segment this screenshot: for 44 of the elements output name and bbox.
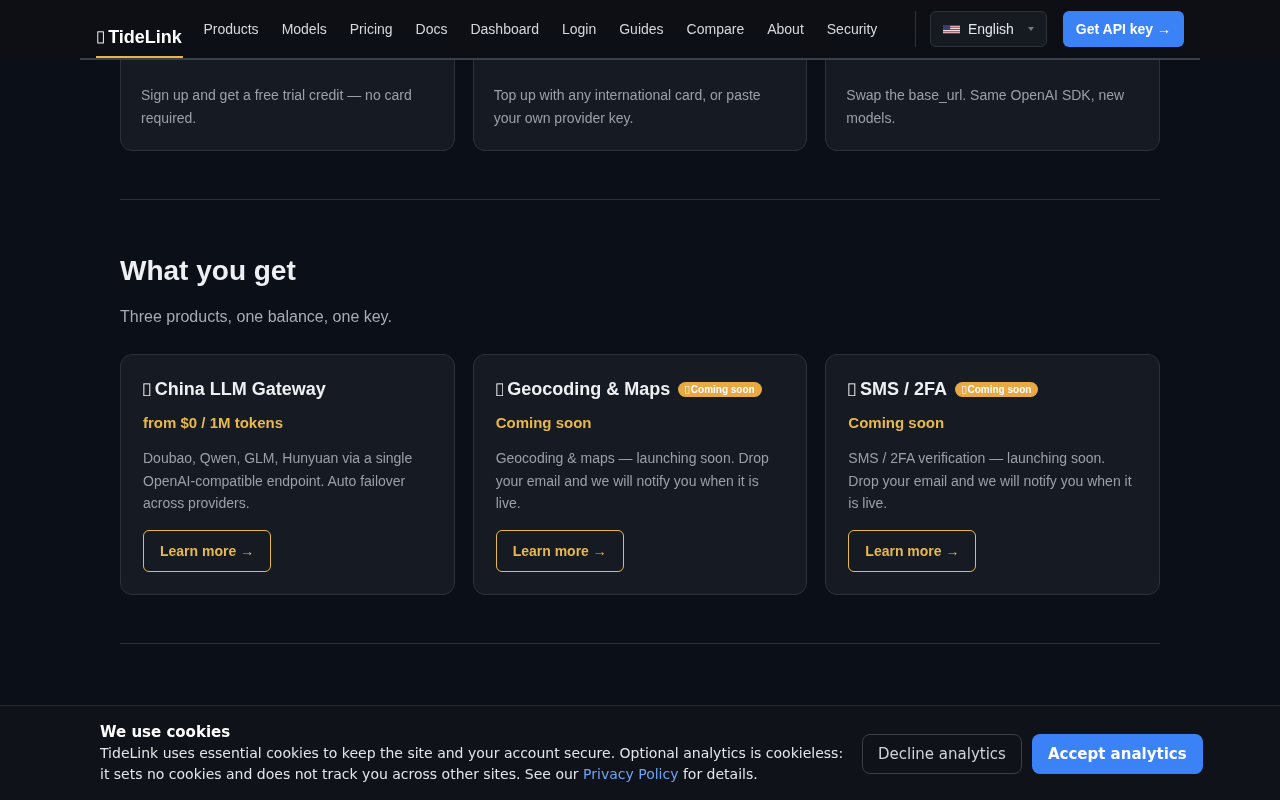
missing-glyph-icon: [97, 31, 105, 44]
language-selector[interactable]: English: [929, 11, 1047, 47]
step-description: Top up with any international card, or paste your own provider key.: [493, 86, 762, 128]
product-price: Coming soon: [495, 414, 593, 431]
missing-glyph-icon: [962, 385, 967, 394]
section-title: What you get: [120, 255, 297, 287]
product-description: SMS / 2FA verification — launching soon. Drop your email and we will notify you when it is live.: [848, 449, 1133, 514]
product-title: China LLM Gateway: [143, 379, 326, 400]
missing-glyph-icon: [685, 385, 690, 394]
accept-analytics-button[interactable]: Accept analytics: [1031, 734, 1203, 774]
privacy-policy-link[interactable]: Privacy Policy: [583, 766, 679, 782]
step-description: Sign up and get a free trial credit — no card required.: [141, 86, 413, 128]
nav-link[interactable]: Pricing: [338, 15, 405, 43]
nav-link[interactable]: Login: [550, 15, 608, 43]
nav-link[interactable]: About: [755, 15, 816, 43]
product-title: Geocoding & Maps: [495, 379, 671, 400]
nav-link[interactable]: Compare: [675, 15, 756, 43]
product-price: Coming soon: [848, 414, 946, 431]
cookie-title: We use cookies: [100, 723, 232, 741]
learn-more-button[interactable]: Learn more →: [143, 529, 272, 572]
missing-glyph-icon: [495, 382, 504, 397]
logo-link[interactable]: TideLink: [96, 18, 183, 58]
product-title: SMS / 2FA: [848, 379, 947, 400]
product-description: Geocoding & maps — launching soon. Drop your email and we will notify you when it is live.: [495, 449, 770, 514]
missing-glyph-icon: [848, 382, 856, 397]
flag-icon: [942, 23, 960, 35]
coming-soon-badge: Coming soon: [955, 382, 1039, 397]
learn-more-button[interactable]: Learn more →: [848, 529, 977, 572]
product-price: from $0 / 1M tokens: [143, 414, 285, 431]
nav-link[interactable]: Products: [191, 15, 271, 43]
section-subtitle: Three products, one balance, one key.: [120, 308, 393, 326]
learn-more-button[interactable]: Learn more →: [495, 529, 624, 572]
cookie-message: TideLink uses essential cookies to keep the site and your account secure. Optional analytics is cookieless: it sets no cookies and does not track you across other sites. See our Privacy Policy for details.: [100, 744, 845, 784]
decline-analytics-button[interactable]: Decline analytics: [862, 734, 1022, 774]
missing-glyph-icon: [143, 382, 151, 397]
nav-link[interactable]: Security: [815, 15, 889, 43]
step-description: Swap the base_url. Same OpenAI SDK, new models.: [846, 86, 1126, 128]
nav-link[interactable]: Docs: [404, 15, 459, 43]
nav-link[interactable]: Guides: [607, 15, 676, 43]
nav-link[interactable]: Dashboard: [458, 15, 551, 43]
coming-soon-badge: Coming soon: [678, 382, 762, 397]
product-description: Doubao, Qwen, GLM, Hunyuan via a single OpenAI-compatible endpoint. Auto failover across providers.: [143, 449, 414, 514]
nav-link[interactable]: Models: [270, 15, 339, 43]
get-api-key-button[interactable]: Get API key →: [1062, 11, 1184, 47]
